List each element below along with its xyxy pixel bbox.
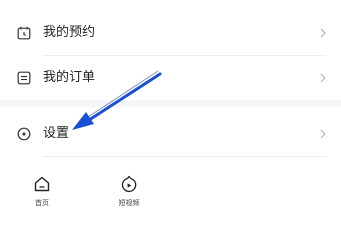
chevron-right-icon [320,129,326,139]
chevron-right-icon [320,73,326,83]
tab-home[interactable]: 首页 [22,175,62,215]
settings-icon [17,127,31,141]
calendar-icon [17,26,31,40]
menu-item-label: 我的预约 [43,25,96,40]
menu-item-settings[interactable]: 设置 [0,109,341,159]
order-list-icon [17,71,31,85]
section-separator [0,100,341,107]
menu-item-label: 我的订单 [43,70,96,85]
chevron-right-icon [320,28,326,38]
tab-label: 首页 [35,199,49,207]
home-icon [34,176,50,192]
bottom-tab-bar: 首页 短视频 [0,165,341,242]
tab-short-video[interactable]: 短视频 [109,175,149,215]
menu-group-secondary: 设置 [0,107,341,159]
menu-item-label: 设置 [43,126,70,141]
menu-item-appointments[interactable]: 我的预约 [0,8,341,58]
menu-item-orders[interactable]: 我的订单 [0,52,341,102]
short-video-icon [121,175,137,193]
profile-menu-screen: 我的预约 我的订单 设置 首页 短视频 [0,0,341,242]
divider [43,156,326,157]
menu-group-primary: 我的预约 我的订单 [0,0,341,100]
tab-label: 短视频 [118,199,140,207]
